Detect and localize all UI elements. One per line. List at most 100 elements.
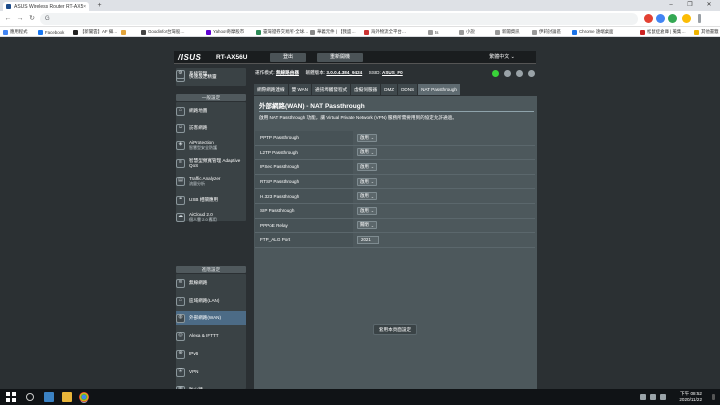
sidebar-item-usb[interactable]: ⚭ USB 相關應用 xyxy=(176,193,246,207)
sidebar-item-ipv6[interactable]: ⊕ IPv6 xyxy=(176,347,246,361)
extension-icon[interactable] xyxy=(656,14,665,23)
bookmark-favicon-icon xyxy=(73,29,78,35)
sidebar-item-wireless[interactable]: ≋ 無線網路 xyxy=(176,276,246,290)
sidebar-item-shield[interactable]: ◈ AiProtection 智慧型安全防護 xyxy=(176,138,246,152)
chevron-down-icon: ⌄ xyxy=(370,222,375,228)
bookmark-label: 小說 xyxy=(466,29,475,34)
bookmark-item[interactable] xyxy=(121,28,128,36)
sidebar-item-qos[interactable]: ≡ 智慧型頻寬管理 Adaptive QoS xyxy=(176,156,246,170)
setting-select[interactable]: 啟用 ⌄ xyxy=(357,162,378,171)
setting-value: 啟用 ⌄ xyxy=(353,177,378,186)
volume-tray-icon[interactable] xyxy=(660,394,666,400)
op-mode-link[interactable]: 無線路由器 xyxy=(276,70,299,75)
language-select[interactable]: 繁體中文 ⌄ xyxy=(474,53,530,62)
network-tray-icon[interactable] xyxy=(650,394,656,400)
setting-select[interactable]: 啟用 ⌄ xyxy=(357,148,378,157)
show-desktop-button[interactable] xyxy=(712,394,715,400)
router-page: /ISUS RT-AX56U 登出 重新開機 繁體中文 ⌄ ✦ 快速設定精靈 一… xyxy=(0,37,720,395)
bookmark-item[interactable]: 伊莉討論區 xyxy=(532,28,561,36)
clock-date: 2020/11/22 xyxy=(679,397,702,402)
bookmark-item[interactable]: 應用程式 xyxy=(3,28,28,36)
profile-avatar-icon[interactable] xyxy=(682,14,691,23)
menu-icon[interactable] xyxy=(698,14,701,23)
bookmark-item[interactable]: Facebook xyxy=(38,28,64,36)
sidebar-item-alexa[interactable]: ◎ Alexa & IFTTT xyxy=(176,329,246,343)
tab-[interactable]: 網際網路連線 xyxy=(254,84,288,95)
tab-ddns[interactable]: DDNS xyxy=(398,84,418,95)
sidebar-item-label: AiProtection xyxy=(189,139,214,145)
bookmark-item[interactable]: Yahoo!奇摩股市 xyxy=(206,28,244,36)
bookmark-favicon-icon xyxy=(206,29,211,35)
bookmark-item[interactable]: Chrome 遠端桌面 xyxy=(572,28,613,36)
setting-select[interactable]: 啟用 ⌄ xyxy=(357,206,378,215)
extension-icon[interactable] xyxy=(668,14,677,23)
bookmark-item[interactable]: 其他書籤 xyxy=(694,28,719,36)
alexa-icon: ◎ xyxy=(176,331,185,341)
task-view-icon[interactable] xyxy=(44,392,54,402)
search-icon[interactable] xyxy=(26,393,34,401)
apply-button[interactable]: 套用本頁面設定 xyxy=(373,324,417,335)
bookmark-item[interactable]: ts xyxy=(428,28,438,36)
setting-select[interactable]: 啟用 ⌄ xyxy=(357,192,378,201)
setting-select[interactable]: 關閉 ⌄ xyxy=(357,221,378,230)
wifi-status-icon[interactable] xyxy=(516,70,523,77)
setting-select[interactable]: 啟用 ⌄ xyxy=(357,177,378,186)
start-icon[interactable] xyxy=(6,392,16,402)
firmware-link[interactable]: 3.0.0.4.384_9424 xyxy=(326,70,362,75)
bookmark-label: ts xyxy=(435,29,439,35)
minimize-button[interactable]: – xyxy=(664,0,678,11)
sidebar-item-cloud[interactable]: ☁ AiCloud 2.0 個人雲 2.0 應用 xyxy=(176,210,246,224)
sidebar-item-wan[interactable]: ◍ 外部網路(WAN) xyxy=(176,311,246,325)
setting-select[interactable]: 啟用 ⌄ xyxy=(357,133,378,142)
new-tab-button[interactable]: + xyxy=(95,2,104,10)
tab-close-icon[interactable]: × xyxy=(83,4,86,10)
ftp-alg-port-input[interactable]: 2021 xyxy=(357,235,379,244)
chrome-taskbar-icon[interactable] xyxy=(79,392,89,402)
bookmark-item[interactable]: 華義元件 | 【我盛… xyxy=(310,28,356,36)
reboot-button[interactable]: 重新開機 xyxy=(317,53,363,62)
bookmark-item[interactable]: 臺灣證券交易所-全球… xyxy=(256,28,308,36)
tab-[interactable]: 通訊埠觸發程式 xyxy=(312,84,351,95)
tab-nat-passthrough[interactable]: NAT Passthrough xyxy=(418,84,460,95)
maximize-button[interactable]: ❐ xyxy=(683,0,697,11)
bookmark-item[interactable]: 新聞資訊 xyxy=(495,28,520,36)
sidebar-item-vpn[interactable]: ⛨ VPN xyxy=(176,365,246,379)
tab-wan[interactable]: 雙 WAN xyxy=(288,84,311,95)
sidebar-item-text: Traffic Analyzer 流量分析 xyxy=(189,176,220,187)
sidebar-item-guest-network[interactable]: ☺ 訪客網路 xyxy=(176,121,246,135)
reload-button[interactable]: ↻ xyxy=(27,14,37,24)
bookmark-item[interactable]: 海外物流全平台… xyxy=(364,28,406,36)
tab-[interactable]: 虛擬伺服器 xyxy=(351,84,381,95)
bookmark-favicon-icon xyxy=(572,29,577,35)
forward-button[interactable]: → xyxy=(15,14,25,24)
sidebar-item-lan[interactable]: ⌂ 區域網路(LAN) xyxy=(176,294,246,308)
tray-icon[interactable] xyxy=(640,394,646,400)
taskbar-clock[interactable]: 下午 08:52 2020/11/22 xyxy=(679,391,702,403)
main-content: 運作模式: 無線路由器 韌體版本: 3.0.0.4.384_9424 SSID:… xyxy=(251,67,537,389)
sidebar: ✦ 快速設定精靈 一般設定 ⌂網路地圖☺訪客網路◈AiProtection智慧型… xyxy=(174,67,248,395)
internet-status-icon[interactable] xyxy=(492,70,499,77)
bookmark-item[interactable]: 小說 xyxy=(459,28,475,36)
bookmark-item[interactable]: 松鼠症倉庫 | 蒐集… xyxy=(640,28,686,36)
sidebar-item-admin[interactable]: ⚙ 系統管理 xyxy=(176,67,246,81)
bookmark-label: 新聞資訊 xyxy=(502,29,520,34)
bookmark-item[interactable]: 【新聞雲】AF 攝… xyxy=(73,28,118,36)
usb-status-icon[interactable] xyxy=(504,70,511,77)
bookmark-label: 伊莉討論區 xyxy=(539,29,561,34)
logout-button[interactable]: 登出 xyxy=(270,53,306,62)
admin-icon: ⚙ xyxy=(176,69,185,79)
browser-toolbar: ← → ↻ G xyxy=(0,11,720,27)
sidebar-item-network-map[interactable]: ⌂ 網路地圖 xyxy=(176,104,246,118)
bookmark-item[interactable]: Goodinfo!台灣股… xyxy=(141,28,185,36)
close-window-button[interactable]: ✕ xyxy=(702,0,716,11)
notification-icon[interactable] xyxy=(528,70,535,77)
bookmark-favicon-icon xyxy=(364,29,369,35)
ssid-link[interactable]: ASUS_F0 xyxy=(382,70,403,75)
address-bar[interactable]: G xyxy=(40,13,638,25)
tab-dmz[interactable]: DMZ xyxy=(381,84,398,95)
browser-tab[interactable]: ASUS Wireless Router RT-AX5… × xyxy=(3,2,89,11)
back-button[interactable]: ← xyxy=(3,14,13,24)
sidebar-item-traffic-analyzer[interactable]: ▤ Traffic Analyzer 流量分析 xyxy=(176,174,246,188)
extension-icon[interactable] xyxy=(644,14,653,23)
file-explorer-icon[interactable] xyxy=(62,392,72,402)
